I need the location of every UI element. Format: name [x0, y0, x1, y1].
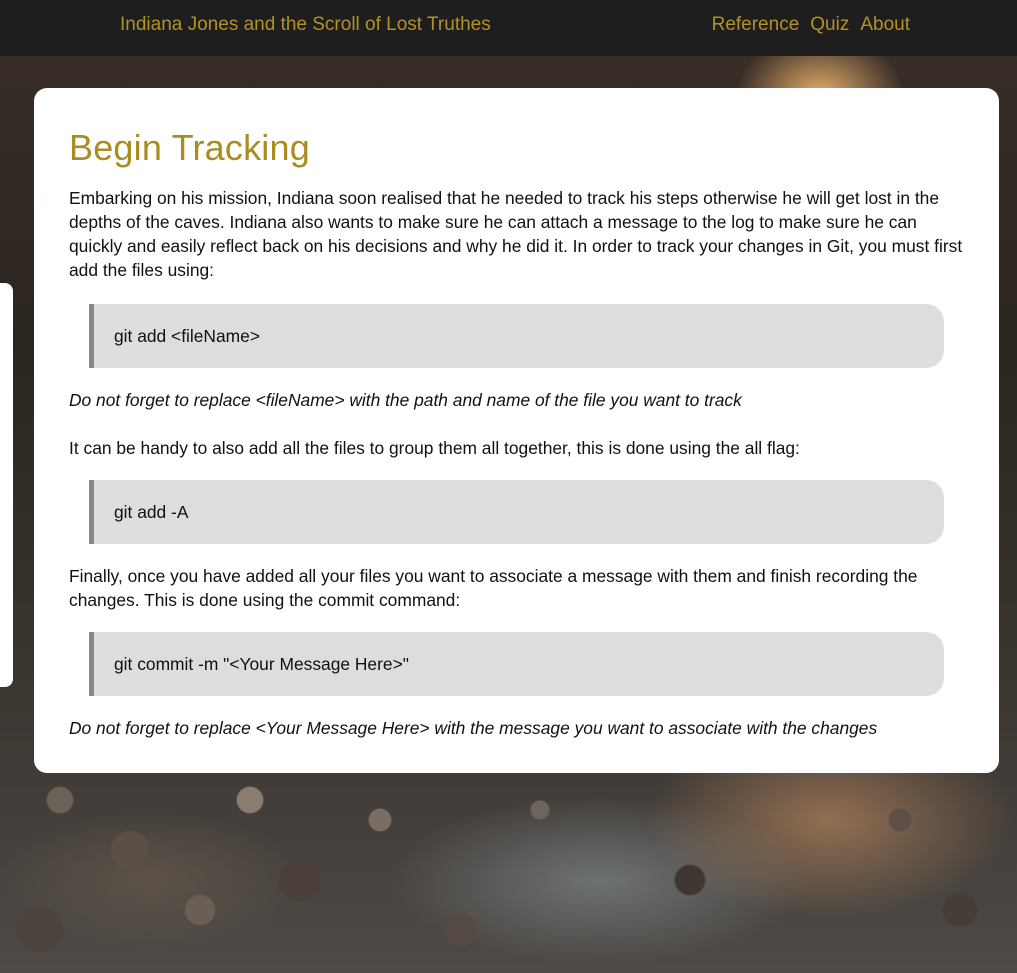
intro-paragraph: Embarking on his mission, Indiana soon r…: [69, 188, 963, 280]
content-card: Begin Tracking Embarking on his mission,…: [34, 88, 999, 773]
nav-links: Reference Quiz About: [712, 14, 910, 36]
code-block-git-commit: git commit -m "<Your Message Here>": [89, 632, 944, 696]
note-message: Do not forget to replace <Your Message H…: [69, 718, 878, 738]
code-block-git-add-all: git add -A: [89, 480, 944, 544]
nav-link-reference[interactable]: Reference: [712, 14, 800, 36]
background-photo: [0, 760, 1017, 973]
note-filename: Do not forget to replace <fileName> with…: [69, 390, 742, 410]
site-title-link[interactable]: Indiana Jones and the Scroll of Lost Tru…: [120, 14, 491, 36]
page-title: Begin Tracking: [69, 127, 310, 168]
side-panel-collapsed[interactable]: [0, 283, 13, 687]
code-block-git-add: git add <fileName>: [89, 304, 944, 368]
navbar: Indiana Jones and the Scroll of Lost Tru…: [0, 0, 1017, 56]
commit-paragraph: Finally, once you have added all your fi…: [69, 566, 918, 610]
all-flag-paragraph: It can be handy to also add all the file…: [69, 438, 800, 458]
nav-link-quiz[interactable]: Quiz: [810, 14, 849, 36]
nav-link-about[interactable]: About: [860, 14, 910, 36]
